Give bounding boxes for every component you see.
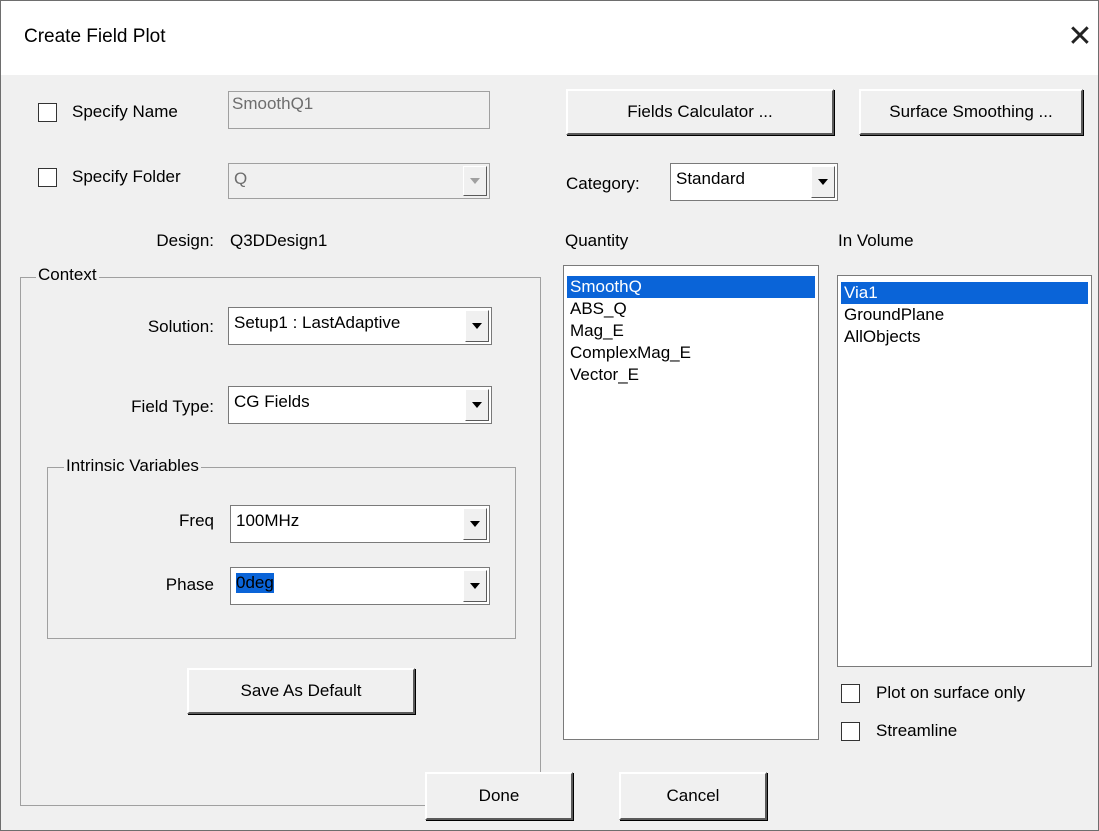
plot-on-surface-only-label: Plot on surface only <box>876 683 1026 702</box>
freq-label: Freq <box>179 511 214 530</box>
list-item[interactable]: GroundPlane <box>841 304 1088 326</box>
folder-dropdown-arrow[interactable] <box>463 166 487 196</box>
done-button[interactable]: Done <box>425 772 573 820</box>
quantity-header: Quantity <box>565 231 629 250</box>
field-type-label: Field Type: <box>131 397 214 416</box>
surface-smoothing-button[interactable]: Surface Smoothing ... <box>859 89 1083 135</box>
list-item[interactable]: Via1 <box>841 282 1088 304</box>
streamline-checkbox[interactable] <box>841 722 860 741</box>
plot-on-surface-only-checkbox[interactable] <box>841 684 860 703</box>
list-item[interactable]: Mag_E <box>567 320 815 342</box>
fields-calculator-button[interactable]: Fields Calculator ... <box>566 89 834 135</box>
plot-name-input[interactable]: SmoothQ1 <box>228 91 490 129</box>
chevron-down-icon <box>818 179 828 185</box>
phase-value[interactable]: 0deg <box>236 573 274 593</box>
design-value: Q3DDesign1 <box>230 231 328 250</box>
context-legend: Context <box>36 265 99 285</box>
solution-dropdown-arrow[interactable] <box>465 310 489 342</box>
phase-label: Phase <box>165 575 214 594</box>
close-icon[interactable]: ✕ <box>1066 20 1094 54</box>
freq-select[interactable]: 100MHz <box>230 505 490 543</box>
quantity-listbox[interactable]: SmoothQ ABS_Q Mag_E ComplexMag_E Vector_… <box>563 265 819 740</box>
chevron-down-icon <box>472 323 482 329</box>
solution-label: Solution: <box>147 317 214 336</box>
list-item[interactable]: Vector_E <box>567 364 815 386</box>
field-type-value: CG Fields <box>234 392 310 411</box>
category-value: Standard <box>676 169 745 188</box>
list-item[interactable]: ABS_Q <box>567 298 815 320</box>
specify-folder-label: Specify Folder <box>72 167 181 186</box>
solution-select[interactable]: Setup1 : LastAdaptive <box>228 307 492 345</box>
category-dropdown-arrow[interactable] <box>811 166 835 198</box>
in-volume-listbox[interactable]: Via1 GroundPlane AllObjects <box>837 275 1092 667</box>
list-item[interactable]: SmoothQ <box>567 276 815 298</box>
cancel-button[interactable]: Cancel <box>619 772 767 820</box>
intrinsic-variables-legend: Intrinsic Variables <box>64 456 201 476</box>
field-type-select[interactable]: CG Fields <box>228 386 492 424</box>
dialog-title: Create Field Plot <box>24 26 166 47</box>
specify-name-checkbox[interactable] <box>38 103 57 122</box>
phase-dropdown-arrow[interactable] <box>463 570 487 602</box>
specify-folder-checkbox[interactable] <box>38 168 57 187</box>
plot-name-value: SmoothQ1 <box>232 94 314 113</box>
in-volume-header: In Volume <box>838 231 914 250</box>
streamline-label: Streamline <box>876 721 958 740</box>
folder-select[interactable]: Q <box>228 163 490 199</box>
field-type-dropdown-arrow[interactable] <box>465 389 489 421</box>
chevron-down-icon <box>470 583 480 589</box>
intrinsic-variables-group <box>47 467 516 639</box>
specify-name-label: Specify Name <box>72 102 178 121</box>
freq-value: 100MHz <box>236 511 300 530</box>
solution-value: Setup1 : LastAdaptive <box>234 313 401 332</box>
list-item[interactable]: AllObjects <box>841 326 1088 348</box>
design-label: Design: <box>156 231 214 250</box>
save-as-default-button[interactable]: Save As Default <box>187 668 415 714</box>
category-select[interactable]: Standard <box>670 163 838 201</box>
list-item[interactable]: ComplexMag_E <box>567 342 815 364</box>
chevron-down-icon <box>470 521 480 527</box>
chevron-down-icon <box>470 178 480 184</box>
folder-value: Q <box>234 169 248 188</box>
freq-dropdown-arrow[interactable] <box>463 508 487 540</box>
chevron-down-icon <box>472 402 482 408</box>
category-label: Category: <box>566 174 640 193</box>
phase-select[interactable]: 0deg <box>230 567 490 605</box>
